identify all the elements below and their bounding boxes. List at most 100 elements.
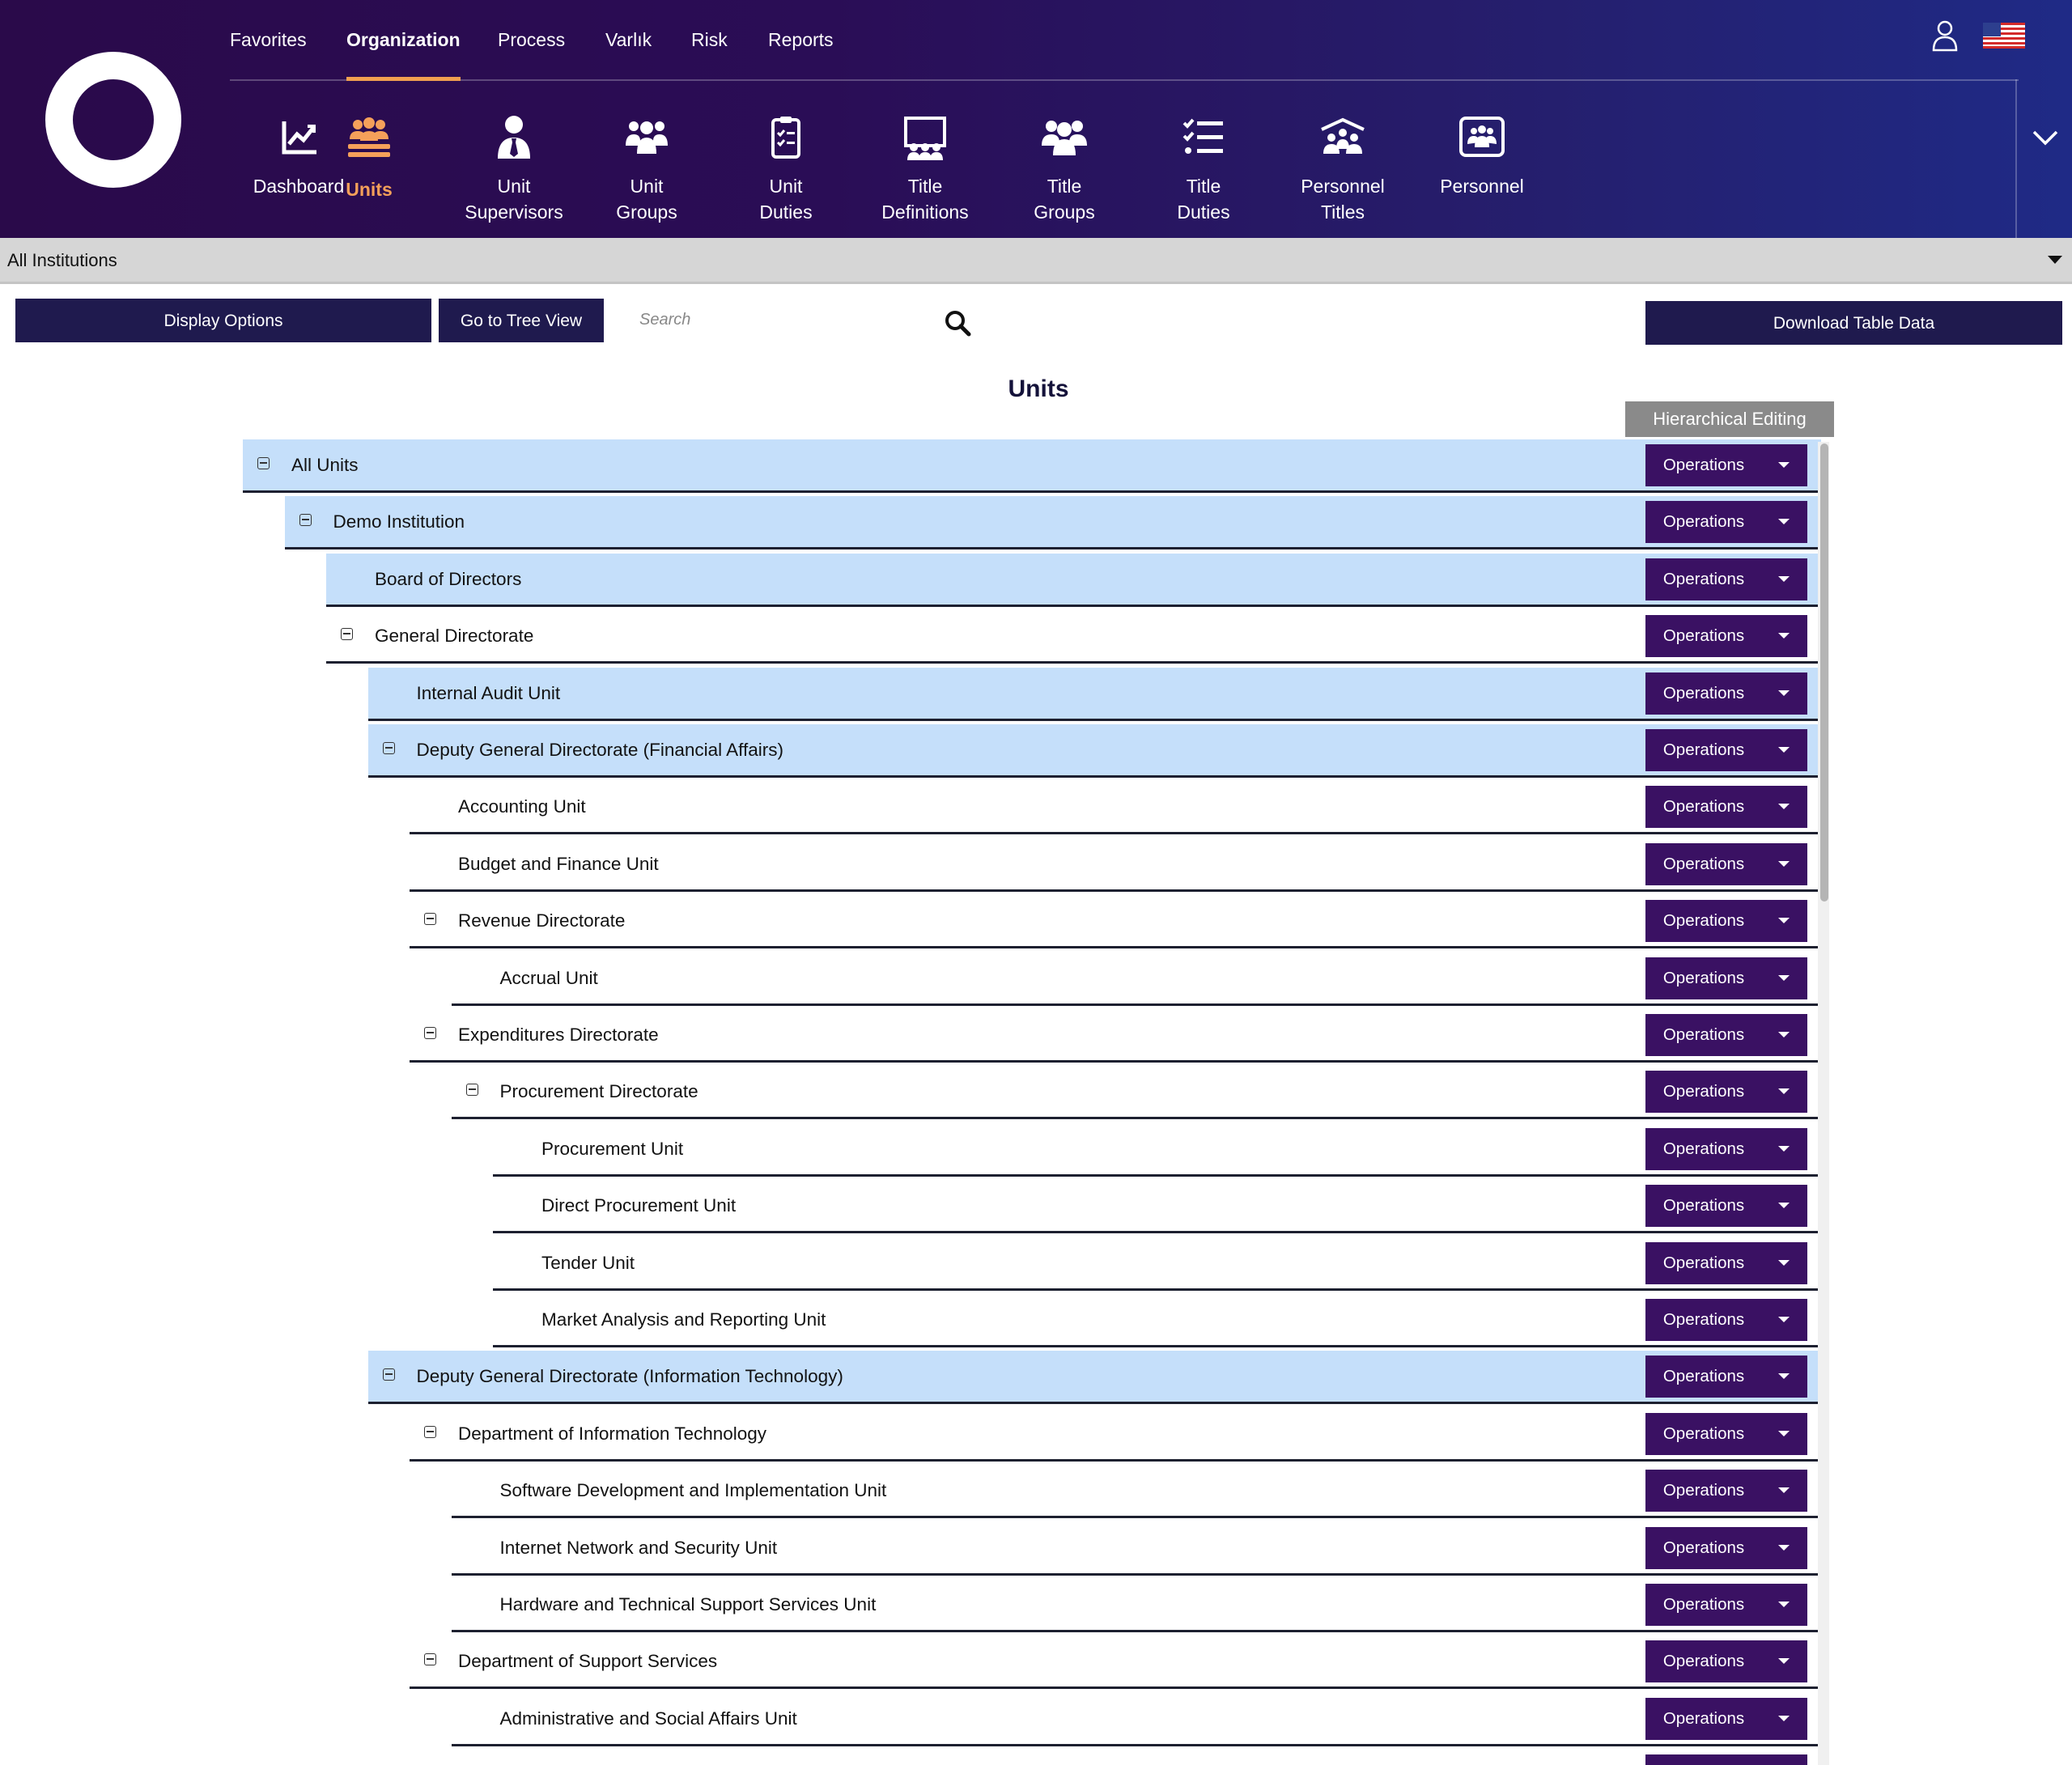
unit-row[interactable]: Administrative and Social Affairs Unit Op… <box>451 1693 1821 1746</box>
operations-dropdown-button[interactable]: Operations <box>1645 957 1807 999</box>
unit-row[interactable]: Accounting Unit Operations <box>410 781 1821 835</box>
unit-row[interactable]: Demo Institution Operations <box>284 496 1821 550</box>
unit-row[interactable]: Deputy General Directorate (Financial Af… <box>367 724 1821 778</box>
operations-dropdown-button[interactable]: Operations <box>1645 1014 1807 1056</box>
operations-label: Operations <box>1645 1754 1762 1765</box>
collapse-toggle-icon[interactable] <box>382 742 395 754</box>
operations-dropdown-button[interactable]: Operations <box>1645 1697 1807 1740</box>
nav-title-groups[interactable]: Title Groups <box>996 81 1133 238</box>
institution-select[interactable]: All Institutions <box>0 238 2072 284</box>
operations-dropdown-button[interactable]: Operations <box>1645 558 1807 600</box>
unit-name: Tender Unit <box>541 1252 635 1273</box>
display-options-button[interactable]: Display Options <box>15 299 431 342</box>
operations-dropdown-button[interactable]: Operations <box>1645 615 1807 658</box>
unit-row[interactable]: Hardware and Technical Support Services … <box>451 1579 1821 1632</box>
operations-dropdown-button[interactable]: Operations <box>1645 1185 1807 1228</box>
top-menu-varlik[interactable]: Varlık <box>605 0 652 79</box>
caret-down-icon <box>1778 1602 1790 1607</box>
unit-row[interactable]: Market Analysis and Reporting Unit Operat… <box>493 1294 1821 1347</box>
operations-dropdown-button[interactable]: Operations <box>1645 1071 1807 1114</box>
us-flag-icon[interactable] <box>1983 23 2025 49</box>
tree-scrollbar-thumb[interactable] <box>1820 443 1828 902</box>
collapse-toggle-icon[interactable] <box>341 628 353 641</box>
operations-label: Operations <box>1662 626 1745 646</box>
collapse-toggle-icon[interactable] <box>424 1027 436 1039</box>
unit-row[interactable]: Internet Network and Security Unit Operat… <box>451 1522 1821 1576</box>
unit-row[interactable]: Revenue Directorate Operations <box>410 895 1821 949</box>
operations-label: Operations <box>1662 1538 1745 1557</box>
operations-dropdown-button[interactable]: Operations <box>1645 842 1807 885</box>
collapse-toggle-icon[interactable] <box>299 514 312 527</box>
unit-row[interactable]: Procurement Unit Operations <box>493 1123 1821 1177</box>
unit-row[interactable]: Board of Directors Operations <box>326 553 1821 607</box>
user-profile-icon[interactable] <box>1931 19 1959 52</box>
unit-row[interactable]: General Directorate Operations <box>326 610 1821 664</box>
top-menu-risk[interactable]: Risk <box>691 0 728 79</box>
collapse-toggle-icon[interactable] <box>465 1084 478 1097</box>
operations-dropdown-button[interactable]: Operations <box>1645 1754 1807 1765</box>
nav-unit-duties[interactable]: Unit Duties <box>717 81 855 238</box>
top-menu-organization[interactable]: Organization <box>346 0 461 81</box>
top-menu-favorites[interactable]: Favorites <box>230 0 307 79</box>
nav-units[interactable]: Units <box>300 81 438 238</box>
collapse-toggle-icon[interactable] <box>424 1425 436 1438</box>
search-input[interactable] <box>625 301 916 338</box>
top-menu-process[interactable]: Process <box>498 0 565 79</box>
operations-dropdown-button[interactable]: Operations <box>1645 1241 1807 1284</box>
unit-row[interactable]: Software Development and Implementation … <box>451 1465 1821 1519</box>
institution-select-value: All Institutions <box>7 250 117 270</box>
collapse-toggle-icon[interactable] <box>382 1368 395 1381</box>
unit-row[interactable]: Department of Information Technology Oper… <box>410 1408 1821 1462</box>
operations-dropdown-button[interactable]: Operations <box>1645 1470 1807 1513</box>
caret-down-icon <box>1778 860 1790 867</box>
operations-dropdown-button[interactable]: Operations <box>1645 1127 1807 1170</box>
unit-row[interactable]: Department of Support Services Operations <box>410 1636 1821 1690</box>
unit-row[interactable]: Internal Audit Unit Operations <box>367 667 1821 721</box>
operations-dropdown-button[interactable]: Operations <box>1645 1299 1807 1341</box>
download-table-button[interactable]: Download Table Data <box>1645 301 2062 345</box>
unit-name: Accrual Unit <box>499 967 598 988</box>
top-menu-reports[interactable]: Reports <box>768 0 834 79</box>
operations-dropdown-button[interactable]: Operations <box>1645 729 1807 771</box>
collapse-toggle-icon[interactable] <box>424 913 436 926</box>
nav-label: Unit Groups <box>616 176 677 223</box>
unit-row[interactable]: Direct Procurement Unit Operations <box>493 1180 1821 1234</box>
caret-down-icon <box>1778 1203 1790 1209</box>
operations-dropdown-button[interactable]: Operations <box>1645 786 1807 829</box>
nav-personnel[interactable]: Personnel <box>1413 81 1551 238</box>
collapse-toggle-icon[interactable] <box>257 457 270 469</box>
collapse-toggle-icon[interactable] <box>424 1653 436 1666</box>
unit-row[interactable]: Deputy General Directorate (Information … <box>367 1351 1821 1405</box>
unit-row[interactable]: Accrual Unit Operations <box>451 953 1821 1006</box>
operations-dropdown-button[interactable]: Operations <box>1645 1584 1807 1626</box>
tree-view-button[interactable]: Go to Tree View <box>439 299 604 342</box>
nav-title-definitions[interactable]: Title Definitions <box>856 81 994 238</box>
operations-dropdown-button[interactable]: Operations <box>1645 1356 1807 1398</box>
unit-row[interactable]: Operations <box>452 1750 1822 1765</box>
operations-dropdown-button[interactable]: Operations <box>1645 501 1807 544</box>
search-icon[interactable] <box>944 309 971 337</box>
operations-dropdown-button[interactable]: Operations <box>1645 900 1807 943</box>
nav-collapse-toggle[interactable] <box>2015 79 2072 238</box>
operations-dropdown-button[interactable]: Operations <box>1645 1526 1807 1569</box>
nav-unit-supervisors[interactable]: Unit Supervisors <box>445 81 583 238</box>
operations-dropdown-button[interactable]: Operations <box>1645 1640 1807 1683</box>
brand-logo-icon[interactable] <box>39 45 188 194</box>
operations-dropdown-button[interactable]: Operations <box>1645 672 1807 715</box>
operations-dropdown-button[interactable]: Operations <box>1645 1412 1807 1455</box>
nav-unit-groups[interactable]: Unit Groups <box>578 81 715 238</box>
unit-row[interactable]: All Units Operations <box>243 439 1821 493</box>
operations-label: Operations <box>1662 1253 1745 1272</box>
hierarchical-editing-button[interactable]: Hierarchical Editing <box>1625 401 1834 437</box>
nav-personnel-titles[interactable]: Personnel Titles <box>1274 81 1412 238</box>
unit-row[interactable]: Budget and Finance Unit Operations <box>410 838 1821 892</box>
caret-down-icon <box>1778 1373 1790 1380</box>
unit-name: Deputy General Directorate (Information … <box>416 1366 843 1387</box>
unit-row[interactable]: Expenditures Directorate Operations <box>410 1009 1821 1063</box>
app-header: Favorites Organization Process Varlık Ri… <box>0 0 2072 238</box>
unit-row[interactable]: Tender Unit Operations <box>493 1237 1821 1291</box>
operations-dropdown-button[interactable]: Operations <box>1645 444 1807 486</box>
unit-row[interactable]: Procurement Directorate Operations <box>451 1066 1821 1120</box>
users-icon <box>1042 121 1087 155</box>
nav-title-duties[interactable]: Title Duties <box>1135 81 1272 238</box>
